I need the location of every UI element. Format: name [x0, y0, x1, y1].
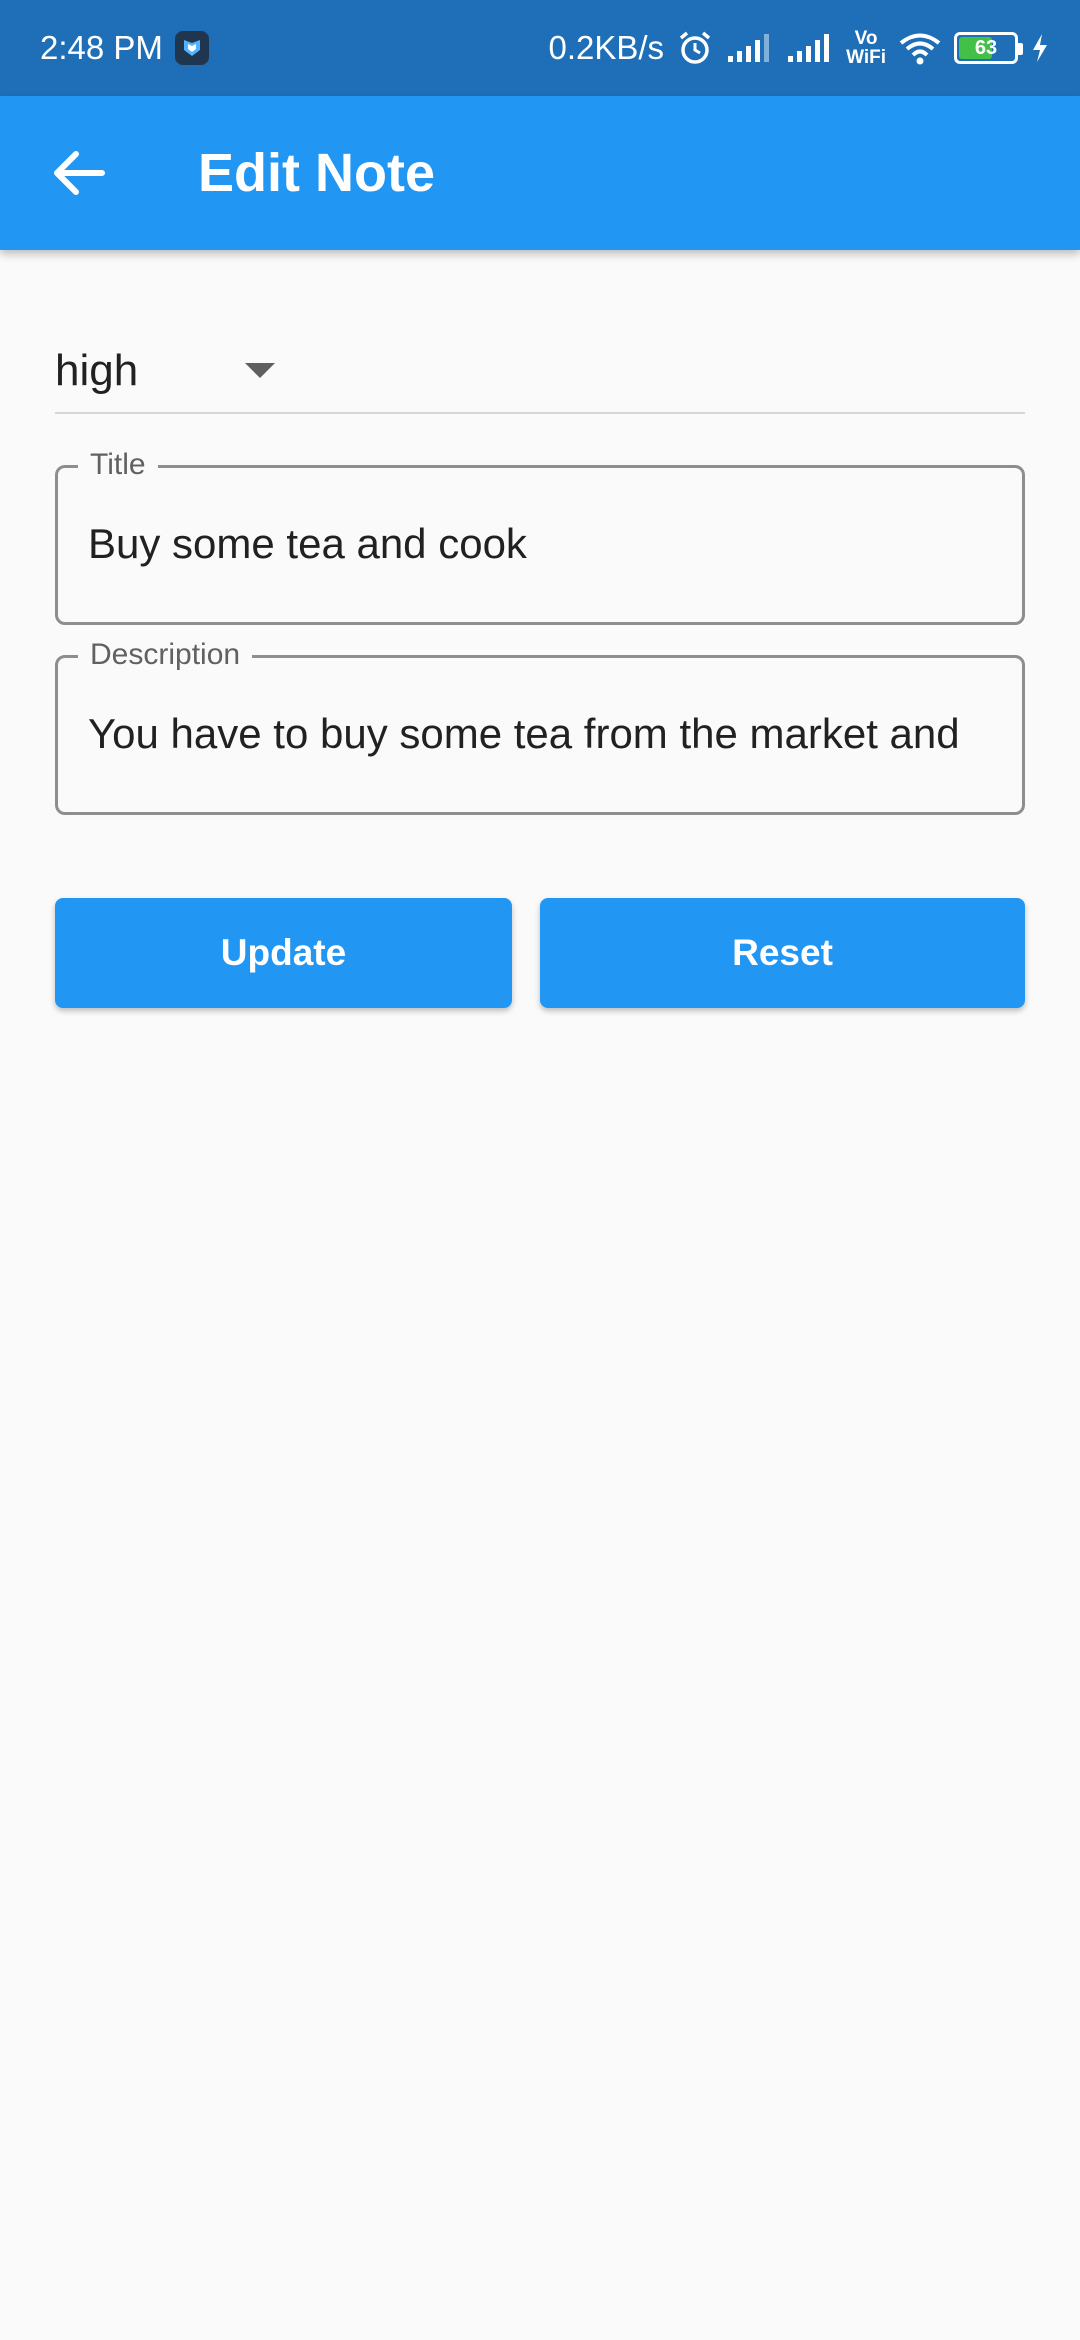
battery-icon: 63 — [954, 32, 1023, 64]
description-input[interactable]: You have to buy some tea from the market… — [88, 708, 992, 760]
title-field[interactable]: Title Buy some tea and cook — [55, 448, 1025, 625]
arrow-back-icon — [54, 151, 105, 195]
status-time: 2:48 PM — [40, 29, 163, 66]
charging-icon — [1030, 32, 1050, 64]
app-bar: Edit Note — [0, 96, 1080, 250]
description-field[interactable]: Description You have to buy some tea fro… — [55, 638, 1025, 815]
update-button[interactable]: Update — [55, 898, 512, 1008]
vowifi-bottom: WiFi — [846, 47, 886, 68]
battery-tip — [1018, 43, 1023, 55]
status-bar: 2:48 PM 0.2KB/s Vo WiFi 63 — [0, 0, 1080, 96]
battery-level: 63 — [974, 36, 998, 59]
priority-dropdown[interactable]: high — [55, 330, 1025, 414]
reset-button[interactable]: Reset — [540, 898, 1025, 1008]
vowifi-icon: Vo WiFi — [846, 29, 886, 67]
signal-icon — [786, 32, 834, 64]
priority-selected-value: high — [55, 346, 139, 395]
description-field-label: Description — [78, 638, 253, 672]
title-field-label: Title — [78, 448, 158, 482]
alarm-icon — [676, 29, 714, 67]
app-shield-icon — [174, 31, 209, 65]
status-bar-right: 0.2KB/s Vo WiFi 63 — [548, 29, 1050, 67]
signal-icon — [726, 32, 774, 64]
network-speed: 0.2KB/s — [548, 29, 665, 66]
dropdown-arrow-icon — [245, 363, 275, 379]
title-input[interactable]: Buy some tea and cook — [88, 518, 992, 570]
wifi-icon — [898, 31, 942, 65]
vowifi-top: Vo — [854, 28, 878, 49]
status-bar-left: 2:48 PM — [40, 29, 209, 67]
back-button[interactable] — [38, 133, 118, 213]
page-title: Edit Note — [198, 143, 435, 203]
